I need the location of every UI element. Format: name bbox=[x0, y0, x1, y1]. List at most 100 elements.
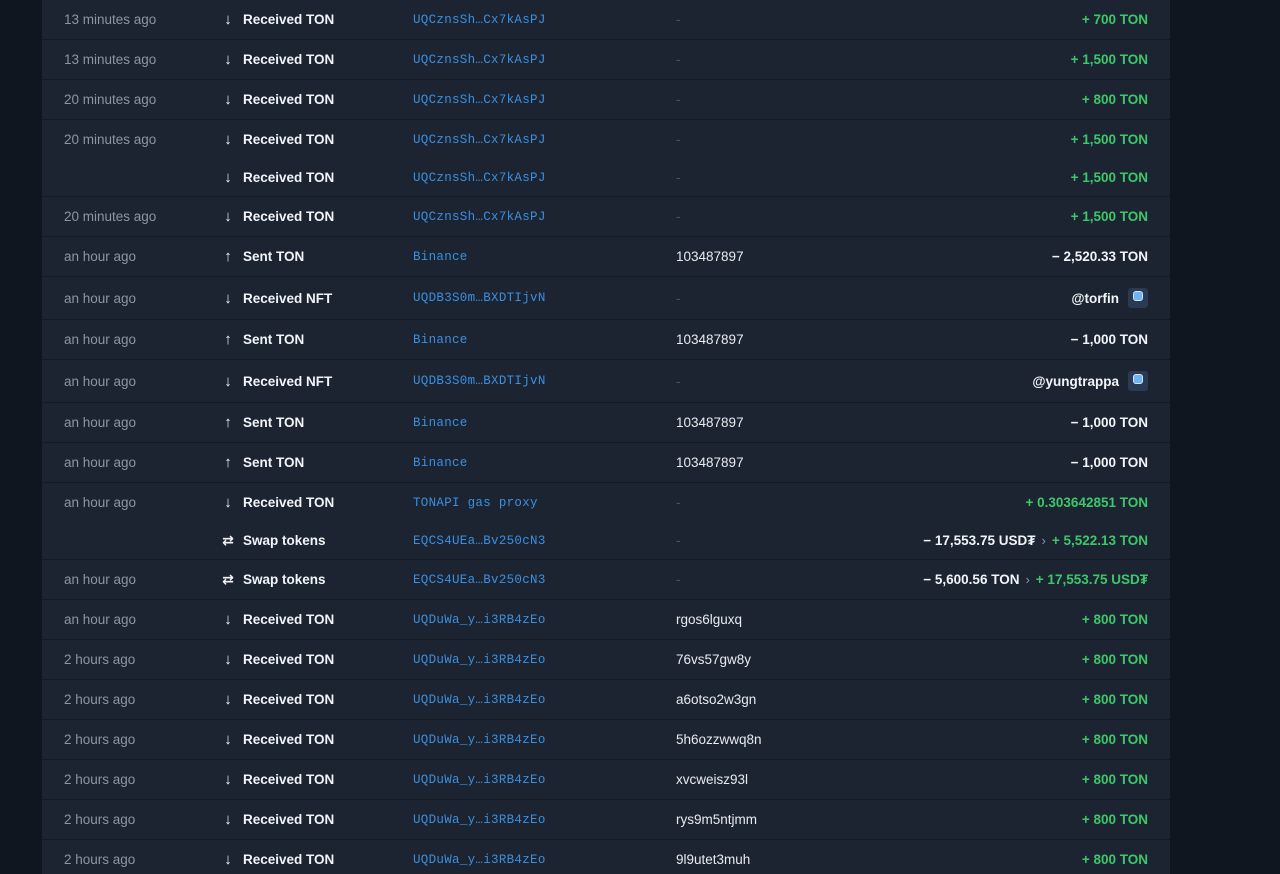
timestamp: 20 minutes ago bbox=[64, 92, 157, 107]
address-link[interactable]: TONAPI gas proxy bbox=[413, 496, 538, 510]
address-link[interactable]: UQDuWa_y…i3RB4zEo bbox=[413, 733, 546, 747]
amount: + 800 TON bbox=[1081, 612, 1148, 627]
table-row[interactable]: an hour ago ↑ Sent TON Binance 103487897 − 1,… bbox=[42, 403, 1170, 442]
address-link[interactable]: UQCznsSh…Cx7kAsPJ bbox=[413, 171, 546, 185]
swap-out-amount: − 5,600.56 TON bbox=[923, 572, 1020, 587]
table-row[interactable]: 2 hours ago ↓ Received TON UQDuWa_y…i3RB4zE… bbox=[42, 640, 1170, 679]
swap-icon: ⇄ bbox=[222, 571, 234, 587]
table-row[interactable]: an hour ago ↑ Sent TON Binance 103487897 − 2,… bbox=[42, 237, 1170, 276]
address-link[interactable]: UQDuWa_y…i3RB4zEo bbox=[413, 813, 546, 827]
transaction-group[interactable]: 2 hours ago ↓ Received TON UQDuWa_y…i3RB4zE… bbox=[42, 680, 1170, 720]
amount: + 1,500 TON bbox=[1070, 132, 1148, 147]
timestamp: 2 hours ago bbox=[64, 692, 136, 707]
timestamp: an hour ago bbox=[64, 249, 137, 264]
address-link[interactable]: EQCS4UEa…Bv250cN3 bbox=[413, 573, 546, 587]
action-label: Received TON bbox=[243, 612, 335, 627]
amount: + 800 TON bbox=[1081, 732, 1148, 747]
timestamp: an hour ago bbox=[64, 495, 137, 510]
table-row[interactable]: an hour ago ↓ Received NFT UQDB3S0m…BXDTIjv… bbox=[42, 277, 1170, 319]
transaction-group[interactable]: 2 hours ago ↓ Received TON UQDuWa_y…i3RB4zE… bbox=[42, 640, 1170, 680]
address-link[interactable]: UQDuWa_y…i3RB4zEo bbox=[413, 773, 546, 787]
transaction-group[interactable]: 2 hours ago ↓ Received TON UQDuWa_y…i3RB4zE… bbox=[42, 800, 1170, 840]
arrow-down-icon: ↓ bbox=[224, 51, 232, 68]
nft-item[interactable]: @torfin bbox=[1071, 288, 1148, 308]
address-link[interactable]: UQDuWa_y…i3RB4zEo bbox=[413, 853, 546, 867]
transaction-group[interactable]: 2 hours ago ↓ Received TON UQDuWa_y…i3RB4zE… bbox=[42, 720, 1170, 760]
table-row[interactable]: 13 minutes ago ↓ Received TON UQCznsSh…Cx7k… bbox=[42, 40, 1170, 79]
amount: + 1,500 TON bbox=[1070, 170, 1148, 185]
transaction-group[interactable]: 20 minutes ago ↓ Received TON UQCznsSh…Cx7k… bbox=[42, 120, 1170, 197]
nft-name: @torfin bbox=[1071, 290, 1119, 306]
address-link[interactable]: UQDB3S0m…BXDTIjvN bbox=[413, 291, 546, 305]
transaction-group[interactable]: 20 minutes ago ↓ Received TON UQCznsSh…Cx7k… bbox=[42, 197, 1170, 237]
table-row[interactable]: an hour ago ↓ Received TON UQDuWa_y…i3RB4zE… bbox=[42, 600, 1170, 639]
comment: 103487897 bbox=[676, 332, 744, 347]
address-link[interactable]: Binance bbox=[413, 416, 468, 430]
swap-icon: ⇄ bbox=[222, 532, 234, 548]
address-link[interactable]: UQCznsSh…Cx7kAsPJ bbox=[413, 13, 546, 27]
address-link[interactable]: UQDuWa_y…i3RB4zEo bbox=[413, 613, 546, 627]
comment: rgos6lguxq bbox=[676, 612, 743, 627]
table-row[interactable]: 20 minutes ago ↓ Received TON UQCznsSh…Cx7k… bbox=[42, 197, 1170, 236]
comment: - bbox=[676, 373, 681, 389]
comment: - bbox=[676, 290, 681, 306]
table-row[interactable]: an hour ago ⇄ Swap tokens EQCS4UEa…Bv250cN3… bbox=[42, 560, 1170, 599]
table-row[interactable]: an hour ago ↑ Sent TON Binance 103487897 − 1,… bbox=[42, 320, 1170, 359]
timestamp: an hour ago bbox=[64, 290, 137, 306]
comment: rys9m5ntjmm bbox=[676, 812, 758, 827]
transaction-group[interactable]: an hour ago ↓ Received TON TONAPI gas proxy… bbox=[42, 483, 1170, 560]
transaction-group[interactable]: an hour ago ↓ Received NFT UQDB3S0m…BXDTIjv… bbox=[42, 277, 1170, 320]
transaction-group[interactable]: 13 minutes ago ↓ Received TON UQCznsSh…Cx7k… bbox=[42, 0, 1170, 40]
address-link[interactable]: Binance bbox=[413, 250, 468, 264]
address-link[interactable]: UQCznsSh…Cx7kAsPJ bbox=[413, 133, 546, 147]
address-link[interactable]: UQDuWa_y…i3RB4zEo bbox=[413, 653, 546, 667]
address-link[interactable]: UQDB3S0m…BXDTIjvN bbox=[413, 374, 546, 388]
address-link[interactable]: UQDuWa_y…i3RB4zEo bbox=[413, 693, 546, 707]
table-row[interactable]: 2 hours ago ↓ Received TON UQDuWa_y…i3RB4zE… bbox=[42, 840, 1170, 874]
transaction-group[interactable]: an hour ago ↑ Sent TON Binance 103487897 − 1,… bbox=[42, 320, 1170, 360]
table-row[interactable]: 2 hours ago ↓ Received TON UQDuWa_y…i3RB4zE… bbox=[42, 680, 1170, 719]
address-link[interactable]: UQCznsSh…Cx7kAsPJ bbox=[413, 210, 546, 224]
action-label: Received TON bbox=[243, 92, 335, 107]
table-row[interactable]: 2 hours ago ↓ Received TON UQDuWa_y…i3RB4zE… bbox=[42, 760, 1170, 799]
action-label: Received TON bbox=[243, 692, 335, 707]
timestamp: 2 hours ago bbox=[64, 652, 136, 667]
table-row[interactable]: an hour ago ↓ Received NFT UQDB3S0m…BXDTIjv… bbox=[42, 360, 1170, 402]
transaction-group[interactable]: an hour ago ↓ Received TON UQDuWa_y…i3RB4zE… bbox=[42, 600, 1170, 640]
transaction-group[interactable]: 2 hours ago ↓ Received TON UQDuWa_y…i3RB4zE… bbox=[42, 840, 1170, 874]
transaction-group[interactable]: an hour ago ⇄ Swap tokens EQCS4UEa…Bv250cN3… bbox=[42, 560, 1170, 600]
table-row[interactable]: 2 hours ago ↓ Received TON UQDuWa_y…i3RB4zE… bbox=[42, 720, 1170, 759]
table-row[interactable]: 20 minutes ago ↓ Received TON UQCznsSh…Cx7k… bbox=[42, 80, 1170, 119]
table-row[interactable]: 13 minutes ago ↓ Received TON UQCznsSh…Cx7k… bbox=[42, 0, 1170, 39]
table-row[interactable]: ⇄ Swap tokens EQCS4UEa…Bv250cN3 - − 17,553.7… bbox=[42, 522, 1170, 559]
table-row[interactable]: 2 hours ago ↓ Received TON UQDuWa_y…i3RB4zE… bbox=[42, 800, 1170, 839]
action-type: ↓ Received TON bbox=[220, 11, 334, 28]
transaction-group[interactable]: an hour ago ↑ Sent TON Binance 103487897 − 1,… bbox=[42, 443, 1170, 483]
comment: - bbox=[676, 572, 681, 587]
comment: 76vs57gw8y bbox=[676, 652, 752, 667]
transaction-group[interactable]: an hour ago ↑ Sent TON Binance 103487897 − 2,… bbox=[42, 237, 1170, 277]
amount: + 0.303642851 TON bbox=[1025, 495, 1148, 510]
address-link[interactable]: UQCznsSh…Cx7kAsPJ bbox=[413, 93, 546, 107]
comment: 9l9utet3muh bbox=[676, 852, 751, 867]
amount: − 1,000 TON bbox=[1070, 455, 1148, 470]
address-link[interactable]: EQCS4UEa…Bv250cN3 bbox=[413, 534, 546, 548]
address-link[interactable]: Binance bbox=[413, 456, 468, 470]
transaction-group[interactable]: 13 minutes ago ↓ Received TON UQCznsSh…Cx7k… bbox=[42, 40, 1170, 80]
amount: + 1,500 TON bbox=[1070, 209, 1148, 224]
transaction-group[interactable]: an hour ago ↓ Received NFT UQDB3S0m…BXDTIjv… bbox=[42, 360, 1170, 403]
address-link[interactable]: Binance bbox=[413, 333, 468, 347]
transaction-group[interactable]: 2 hours ago ↓ Received TON UQDuWa_y…i3RB4zE… bbox=[42, 760, 1170, 800]
comment: 5h6ozzwwq8n bbox=[676, 732, 762, 747]
transaction-group[interactable]: 20 minutes ago ↓ Received TON UQCznsSh…Cx7k… bbox=[42, 80, 1170, 120]
transaction-group[interactable]: an hour ago ↑ Sent TON Binance 103487897 − 1,… bbox=[42, 403, 1170, 443]
table-row[interactable]: an hour ago ↓ Received TON TONAPI gas proxy… bbox=[42, 483, 1170, 522]
swap-amount: − 17,553.75 USD₮ › + 5,522.13 TON bbox=[923, 533, 1148, 548]
table-row[interactable]: ↓ Received TON UQCznsSh…Cx7kAsPJ - + 1,500 T… bbox=[42, 159, 1170, 196]
table-row[interactable]: an hour ago ↑ Sent TON Binance 103487897 − 1,… bbox=[42, 443, 1170, 482]
action-label: Received TON bbox=[243, 495, 335, 510]
table-row[interactable]: 20 minutes ago ↓ Received TON UQCznsSh…Cx7k… bbox=[42, 120, 1170, 159]
nft-item[interactable]: @yungtrappa bbox=[1032, 371, 1148, 391]
address-link[interactable]: UQCznsSh…Cx7kAsPJ bbox=[413, 53, 546, 67]
amount: + 700 TON bbox=[1081, 12, 1148, 27]
